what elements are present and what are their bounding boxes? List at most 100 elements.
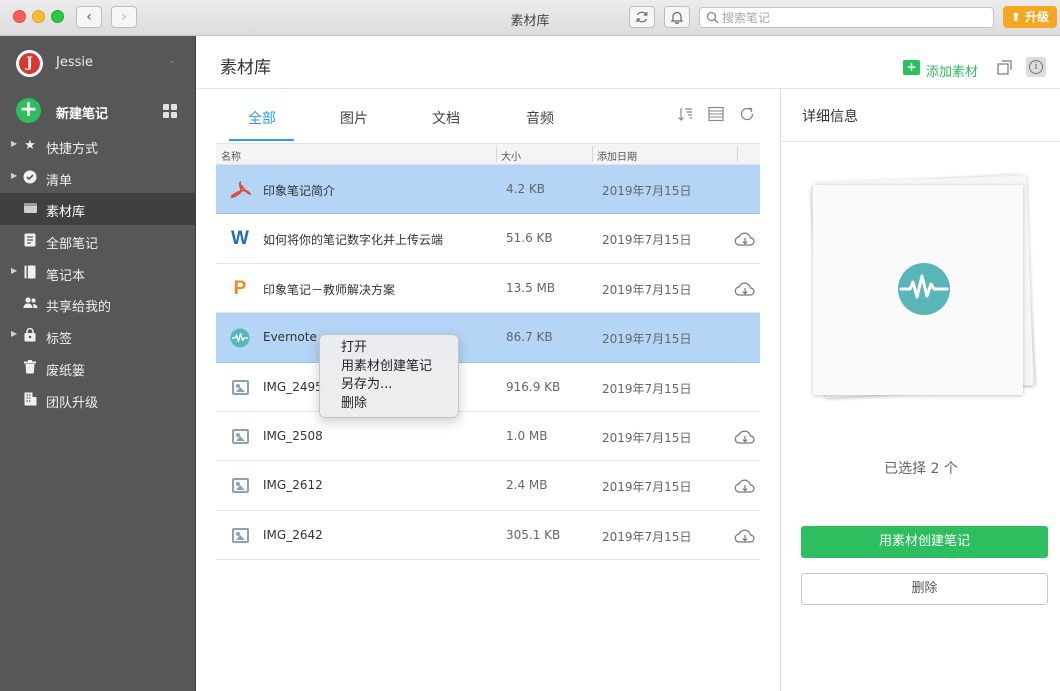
bell-icon xyxy=(670,11,684,25)
cloud-download-icon[interactable] xyxy=(734,527,756,545)
search-icon xyxy=(706,11,719,24)
tab-audio[interactable]: 音频 xyxy=(526,108,554,128)
disclosure-arrow-icon[interactable]: ▶ xyxy=(11,171,17,180)
table-row[interactable]: W 如何将你的笔记数字化并上传云端 51.6 KB 2019年7月15日 xyxy=(216,214,760,264)
info-icon: i xyxy=(1029,60,1043,74)
cloud-download-icon[interactable] xyxy=(734,477,756,495)
sidebar-item-notebooks[interactable]: ▶ 笔记本 xyxy=(0,257,196,289)
main-header: 素材库 + 添加素材 i xyxy=(197,36,1060,89)
title-bar: ‹ › 素材库 ⬆ 升级 xyxy=(0,0,1060,36)
upgrade-button[interactable]: ⬆ 升级 xyxy=(1003,6,1057,28)
file-name: IMG_2508 xyxy=(263,428,323,443)
image-icon xyxy=(230,378,250,398)
image-icon xyxy=(230,526,250,546)
avatar: J xyxy=(16,50,43,77)
word-icon: W xyxy=(231,228,249,250)
pdf-icon xyxy=(230,180,251,200)
table-row[interactable]: IMG_2495 916.9 KB 2019年7月15日 xyxy=(216,363,760,412)
context-menu: 打开 用素材创建笔记 另存为... 删除 xyxy=(319,334,459,418)
column-name-header[interactable]: 名称 xyxy=(221,148,241,163)
refresh-button[interactable] xyxy=(738,106,756,124)
create-note-from-material-button[interactable]: 用素材创建笔记 xyxy=(801,526,1048,558)
file-size: 51.6 KB xyxy=(506,231,553,246)
image-icon xyxy=(230,427,250,447)
info-button[interactable]: i xyxy=(1026,57,1046,77)
list-view-button[interactable] xyxy=(707,106,725,124)
menu-item-delete[interactable]: 删除 xyxy=(320,395,458,414)
grid-icon[interactable] xyxy=(163,104,177,118)
avatar-letter: J xyxy=(19,53,40,74)
file-size: 2.4 MB xyxy=(506,478,548,493)
notifications-button[interactable] xyxy=(664,6,690,28)
people-icon xyxy=(22,296,38,313)
table-header: 名称 大小 添加日期 xyxy=(216,143,760,165)
account-name: Jessie xyxy=(56,55,93,70)
tab-images[interactable]: 图片 xyxy=(340,108,368,128)
new-note-label: 新建笔记 xyxy=(56,107,109,122)
sidebar-item-label: 全部笔记 xyxy=(46,237,99,253)
account-switcher[interactable]: J Jessie ⌄ xyxy=(16,50,186,78)
sidebar-item-shortcuts[interactable]: ▶ ★ 快捷方式 xyxy=(0,130,196,162)
table-row[interactable]: Evernote 86.7 KB 2019年7月15日 xyxy=(216,313,760,363)
file-name: IMG_2495 xyxy=(263,379,323,394)
sidebar-item-label: 团队升级 xyxy=(46,395,99,411)
sort-icon xyxy=(678,108,692,121)
disclosure-arrow-icon[interactable]: ▶ xyxy=(11,329,17,338)
expand-button[interactable] xyxy=(994,57,1014,77)
column-size-header[interactable]: 大小 xyxy=(501,148,521,163)
tab-documents[interactable]: 文档 xyxy=(432,108,460,128)
sort-button[interactable] xyxy=(676,106,694,124)
sidebar-item-checklist[interactable]: ▶ 清单 xyxy=(0,162,196,194)
disclosure-arrow-icon[interactable]: ▶ xyxy=(11,139,17,148)
file-date: 2019年7月15日 xyxy=(602,233,692,248)
sidebar-item-tags[interactable]: ▶ 标签 xyxy=(0,320,196,352)
menu-item-save-as[interactable]: 另存为... xyxy=(320,376,458,395)
chevron-down-icon: ⌄ xyxy=(168,55,177,66)
plus-icon: + xyxy=(16,98,41,123)
page-title: 素材库 xyxy=(220,58,271,78)
table-row[interactable]: IMG_2508 1.0 MB 2019年7月15日 xyxy=(216,412,760,462)
table-row[interactable]: IMG_2642 305.1 KB 2019年7月15日 xyxy=(216,511,760,561)
sidebar-item-label: 清单 xyxy=(46,173,73,189)
audio-wave-icon xyxy=(230,328,250,348)
sidebar-item-label: 废纸篓 xyxy=(46,363,86,379)
sidebar-item-shared-with-me[interactable]: 共享给我的 xyxy=(0,288,196,320)
search-input[interactable] xyxy=(722,9,982,26)
menu-item-open[interactable]: 打开 xyxy=(320,339,458,358)
sidebar-item-all-notes[interactable]: 全部笔记 xyxy=(0,225,196,257)
list-view-icon xyxy=(708,106,724,122)
cloud-download-icon[interactable] xyxy=(734,428,756,446)
column-date-header[interactable]: 添加日期 xyxy=(597,148,637,163)
new-note-button[interactable]: + 新建笔记 xyxy=(16,98,186,124)
filter-tabs: 全部 图片 文档 音频 xyxy=(216,89,780,143)
menu-item-create-note[interactable]: 用素材创建笔记 xyxy=(320,358,458,377)
tray-icon xyxy=(22,201,38,218)
file-date: 2019年7月15日 xyxy=(602,282,692,297)
sidebar: J Jessie ⌄ + 新建笔记 ▶ ★ 快捷方式 ▶ 清单 素材库 全部笔记 xyxy=(0,36,196,691)
file-name: 印象笔记－教师解决方案 xyxy=(263,282,396,297)
add-material-label: 添加素材 xyxy=(926,65,979,80)
table-row[interactable]: 印象笔记简介 4.2 KB 2019年7月15日 xyxy=(216,165,760,215)
cloud-download-icon[interactable] xyxy=(734,230,756,248)
sidebar-item-label: 笔记本 xyxy=(46,268,86,284)
file-size: 1.0 MB xyxy=(506,428,548,443)
file-name: IMG_2612 xyxy=(263,478,323,493)
table-row[interactable]: IMG_2612 2.4 MB 2019年7月15日 xyxy=(216,461,760,511)
file-date: 2019年7月15日 xyxy=(602,332,692,347)
sync-button[interactable] xyxy=(629,6,655,28)
trash-icon xyxy=(22,359,38,378)
building-icon xyxy=(22,392,38,410)
sidebar-item-materials[interactable]: 素材库 xyxy=(0,193,196,226)
delete-button[interactable]: 删除 xyxy=(801,573,1048,605)
active-tab-indicator xyxy=(229,139,294,141)
file-size: 305.1 KB xyxy=(506,527,561,542)
table-row[interactable]: P 印象笔记－教师解决方案 13.5 MB 2019年7月15日 xyxy=(216,264,760,314)
tab-all[interactable]: 全部 xyxy=(248,108,276,128)
sidebar-item-team-upgrade[interactable]: 团队升级 xyxy=(0,384,196,416)
cloud-download-icon[interactable] xyxy=(734,280,756,298)
search-box[interactable] xyxy=(699,7,994,28)
note-icon xyxy=(22,233,38,251)
disclosure-arrow-icon[interactable]: ▶ xyxy=(11,266,17,275)
sidebar-nav: ▶ ★ 快捷方式 ▶ 清单 素材库 全部笔记 ▶ 笔记本 共享给我的 ▶ 标签 … xyxy=(0,130,196,415)
sidebar-item-trash[interactable]: 废纸篓 xyxy=(0,352,196,384)
